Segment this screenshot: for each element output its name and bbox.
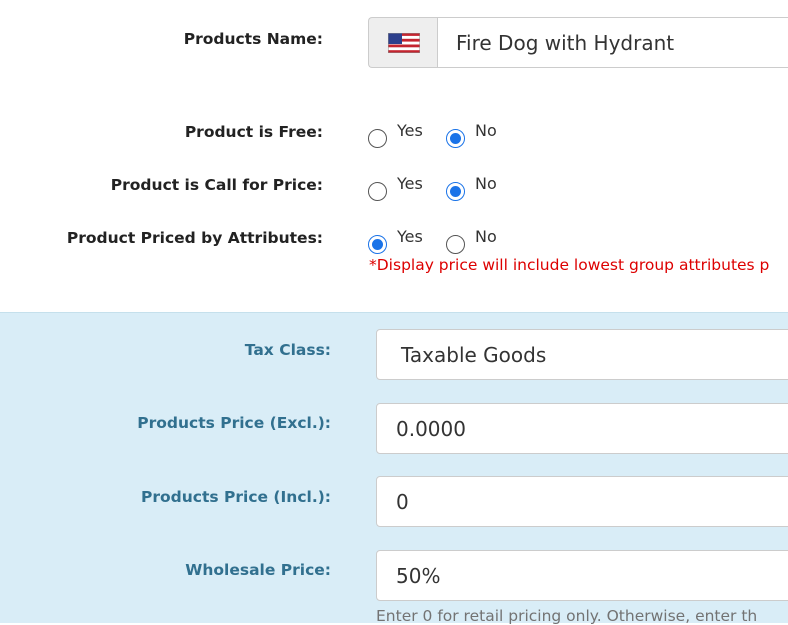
price-incl-label: Products Price (Incl.): <box>141 488 331 506</box>
product-free-label: Product is Free: <box>184 123 323 141</box>
priced-by-attributes-no-label: No <box>475 227 497 246</box>
call-for-price-label: Product is Call for Price: <box>110 176 323 194</box>
product-free-yes-option[interactable]: Yes <box>368 122 423 148</box>
priced-by-attributes-label: Product Priced by Attributes: <box>66 229 323 247</box>
product-free-yes-radio[interactable] <box>368 129 387 148</box>
tax-class-label: Tax Class: <box>244 341 331 359</box>
products-name-input[interactable] <box>437 17 788 68</box>
call-for-price-yes-option[interactable]: Yes <box>368 175 423 201</box>
priced-by-attributes-yes-label: Yes <box>397 227 423 246</box>
price-excl-label: Products Price (Excl.): <box>137 414 331 432</box>
attributes-price-note: *Display price will include lowest group… <box>369 256 770 274</box>
priced-by-attributes-yes-option[interactable]: Yes <box>368 228 423 254</box>
call-for-price-no-label: No <box>475 174 497 193</box>
call-for-price-no-radio[interactable] <box>446 182 465 201</box>
language-flag-addon <box>368 17 438 68</box>
priced-by-attributes-yes-radio[interactable] <box>368 235 387 254</box>
tax-class-selected-value: Taxable Goods <box>401 342 547 367</box>
price-excl-input[interactable] <box>376 403 788 454</box>
call-for-price-yes-radio[interactable] <box>368 182 387 201</box>
us-flag-icon <box>387 32 420 53</box>
product-free-no-option[interactable]: No <box>446 122 497 148</box>
product-free-yes-label: Yes <box>397 121 423 140</box>
price-incl-input[interactable] <box>376 476 788 527</box>
priced-by-attributes-no-option[interactable]: No <box>446 228 497 254</box>
wholesale-help-text: Enter 0 for retail pricing only. Otherwi… <box>376 607 758 625</box>
wholesale-price-label: Wholesale Price: <box>185 561 331 579</box>
products-name-label: Products Name: <box>183 30 323 48</box>
tax-class-select[interactable]: Taxable Goods <box>376 329 788 380</box>
product-free-no-radio[interactable] <box>446 129 465 148</box>
call-for-price-no-option[interactable]: No <box>446 175 497 201</box>
product-free-no-label: No <box>475 121 497 140</box>
priced-by-attributes-no-radio[interactable] <box>446 235 465 254</box>
call-for-price-yes-label: Yes <box>397 174 423 193</box>
wholesale-price-input[interactable] <box>376 550 788 601</box>
